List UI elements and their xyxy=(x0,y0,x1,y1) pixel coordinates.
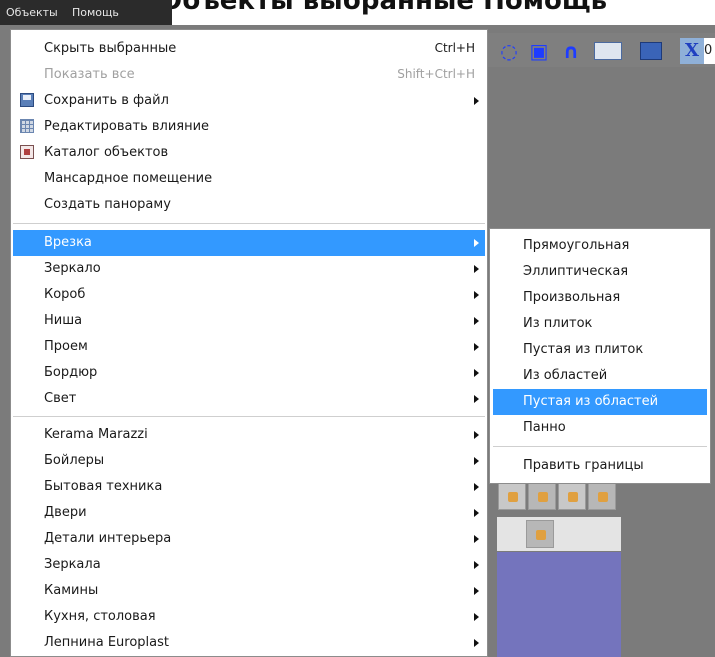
catalog-icon xyxy=(20,145,34,159)
submenu-item-empty-from-tiles[interactable]: Пустая из плиток xyxy=(493,337,707,363)
submenu-item-elliptical[interactable]: Эллиптическая xyxy=(493,259,707,285)
menu-item-opening[interactable]: Проем xyxy=(13,334,485,360)
menu-item-interior-details[interactable]: Детали интерьера xyxy=(13,526,485,552)
menu-item-vrezka[interactable]: Врезка xyxy=(13,230,485,256)
submenu-item-arbitrary[interactable]: Произвольная xyxy=(493,285,707,311)
submenu-item-from-tiles[interactable]: Из плиток xyxy=(493,311,707,337)
tile xyxy=(558,482,586,510)
menu-item-attic-room[interactable]: Мансардное помещение xyxy=(13,166,485,192)
menu-item-doors[interactable]: Двери xyxy=(13,500,485,526)
submenu-separator xyxy=(493,446,707,447)
submenu-arrow-icon xyxy=(474,431,479,439)
submenu-arrow-icon xyxy=(474,291,479,299)
menu-item-mirrors[interactable]: Зеркала xyxy=(13,552,485,578)
canvas-floor xyxy=(497,552,621,657)
magnet-icon[interactable]: ∩ xyxy=(560,40,582,62)
tile xyxy=(498,482,526,510)
submenu-item-rectangular[interactable]: Прямоугольная xyxy=(493,233,707,259)
submenu-arrow-icon xyxy=(474,97,479,105)
submenu-item-panel[interactable]: Панно xyxy=(493,415,707,441)
submenu-arrow-icon xyxy=(474,369,479,377)
submenu-arrow-icon xyxy=(474,561,479,569)
x-coordinate-field[interactable]: 0 xyxy=(704,38,715,64)
menu-item-appliances[interactable]: Бытовая техника xyxy=(13,474,485,500)
submenu-arrow-icon xyxy=(474,639,479,647)
menu-item-mirror[interactable]: Зеркало xyxy=(13,256,485,282)
submenu-arrow-icon xyxy=(474,535,479,543)
menu-item-box[interactable]: Короб xyxy=(13,282,485,308)
menu-item-border[interactable]: Бордюр xyxy=(13,360,485,386)
submenu-item-from-areas[interactable]: Из областей xyxy=(493,363,707,389)
submenu-arrow-icon xyxy=(474,265,479,273)
menu-item-hide-selected[interactable]: Скрыть выбранные Ctrl+H xyxy=(13,36,485,62)
menu-separator xyxy=(13,223,485,224)
menu-item-boilers[interactable]: Бойлеры xyxy=(13,448,485,474)
vrezka-submenu: Прямоугольная Эллиптическая Произвольная… xyxy=(489,228,711,484)
menu-item-kitchen[interactable]: Кухня, столовая xyxy=(13,604,485,630)
tile xyxy=(528,482,556,510)
menu-item-light[interactable]: Свет xyxy=(13,386,485,412)
menu-item-save-to-file[interactable]: Сохранить в файл xyxy=(13,88,485,114)
x-coordinate-label: X xyxy=(680,38,704,64)
menu-item-create-panorama[interactable]: Создать панораму xyxy=(13,192,485,218)
menu-item-fireplaces[interactable]: Камины xyxy=(13,578,485,604)
window-icon[interactable]: ▣ xyxy=(528,40,550,62)
banner-heading: Объекты выбранные Помощь xyxy=(160,0,608,16)
menubar-item-objects[interactable]: Объекты xyxy=(6,6,58,19)
menu-item-niche[interactable]: Ниша xyxy=(13,308,485,334)
save-icon xyxy=(20,93,34,107)
menu-item-edit-influence[interactable]: Редактировать влияние xyxy=(13,114,485,140)
rotate-icon[interactable]: ◌ xyxy=(498,40,520,62)
submenu-arrow-icon xyxy=(474,395,479,403)
submenu-arrow-icon xyxy=(474,587,479,595)
menu-item-europlast[interactable]: Лепнина Europlast xyxy=(13,630,485,656)
ruler-icon[interactable] xyxy=(594,42,622,60)
menu-item-show-all: Показать все Shift+Ctrl+H xyxy=(44,67,475,82)
objects-menu: Скрыть выбранные Ctrl+H Показать все Shi… xyxy=(10,29,488,657)
submenu-arrow-icon xyxy=(474,343,479,351)
submenu-arrow-icon xyxy=(474,239,479,247)
color-icon[interactable] xyxy=(640,42,662,60)
submenu-arrow-icon xyxy=(474,509,479,517)
submenu-arrow-icon xyxy=(474,613,479,621)
menu-separator xyxy=(13,416,485,417)
canvas-white-tiles xyxy=(497,517,621,551)
menubar-item-help[interactable]: Помощь xyxy=(72,6,119,19)
submenu-arrow-icon xyxy=(474,483,479,491)
submenu-arrow-icon xyxy=(474,457,479,465)
tile xyxy=(526,520,554,548)
submenu-item-edit-borders[interactable]: Править границы xyxy=(493,453,707,479)
app-menubar: Объекты Помощь xyxy=(0,0,172,25)
tile xyxy=(588,482,616,510)
menu-item-object-catalog[interactable]: Каталог объектов xyxy=(13,140,485,166)
grid-icon xyxy=(20,119,34,133)
submenu-item-empty-from-areas[interactable]: Пустая из областей xyxy=(493,389,707,415)
submenu-arrow-icon xyxy=(474,317,479,325)
menu-item-kerama-marazzi[interactable]: Kerama Marazzi xyxy=(13,422,485,448)
